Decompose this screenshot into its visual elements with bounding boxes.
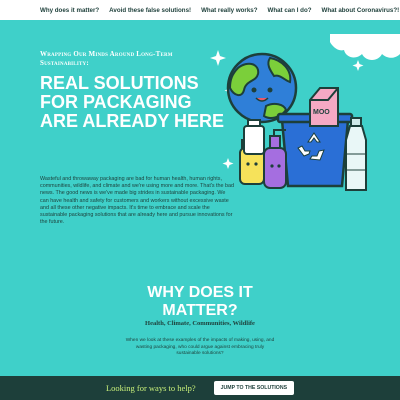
carton-label: MOO bbox=[313, 109, 330, 116]
nav-item-false-solutions[interactable]: Avoid these false solutions! bbox=[109, 7, 191, 14]
nav-item-coronavirus[interactable]: What about Coronavirus?! bbox=[322, 7, 400, 14]
nav-item-what-can-i-do[interactable]: What can I do? bbox=[268, 7, 312, 14]
why-title: Why does it matter? bbox=[0, 284, 400, 320]
hero-headline: Real Solutions for Packaging Are Already… bbox=[40, 73, 225, 131]
why-body: When we look at these examples of the im… bbox=[125, 338, 275, 357]
why-subtitle: Health, Climate, Communities, Wildlife bbox=[145, 320, 255, 327]
top-nav: Why does it matter? Avoid these false so… bbox=[0, 0, 400, 20]
help-bar: Looking for ways to help? Jump to the so… bbox=[0, 376, 400, 400]
globe-icon bbox=[226, 52, 298, 124]
shampoo-bottle-icon bbox=[243, 119, 265, 155]
nav-item-what-works[interactable]: What really works? bbox=[201, 7, 257, 14]
packaging-illustration: MOO bbox=[210, 50, 367, 191]
help-bar-text: Looking for ways to help? bbox=[105, 383, 196, 393]
nav-item-why[interactable]: Why does it matter? bbox=[40, 7, 99, 14]
milk-carton-icon: MOO bbox=[309, 87, 339, 127]
why-section: Why does it matter? Health, Climate, Com… bbox=[0, 270, 400, 376]
jump-to-solutions-button[interactable]: Jump to the solutions bbox=[213, 381, 295, 395]
why-title-line1: Why does it bbox=[147, 284, 253, 301]
why-title-line2: matter? bbox=[162, 302, 238, 319]
hero-eyebrow: Wrapping Our Minds Around Long-Term Sust… bbox=[40, 50, 173, 67]
water-bottle-icon bbox=[345, 117, 367, 191]
